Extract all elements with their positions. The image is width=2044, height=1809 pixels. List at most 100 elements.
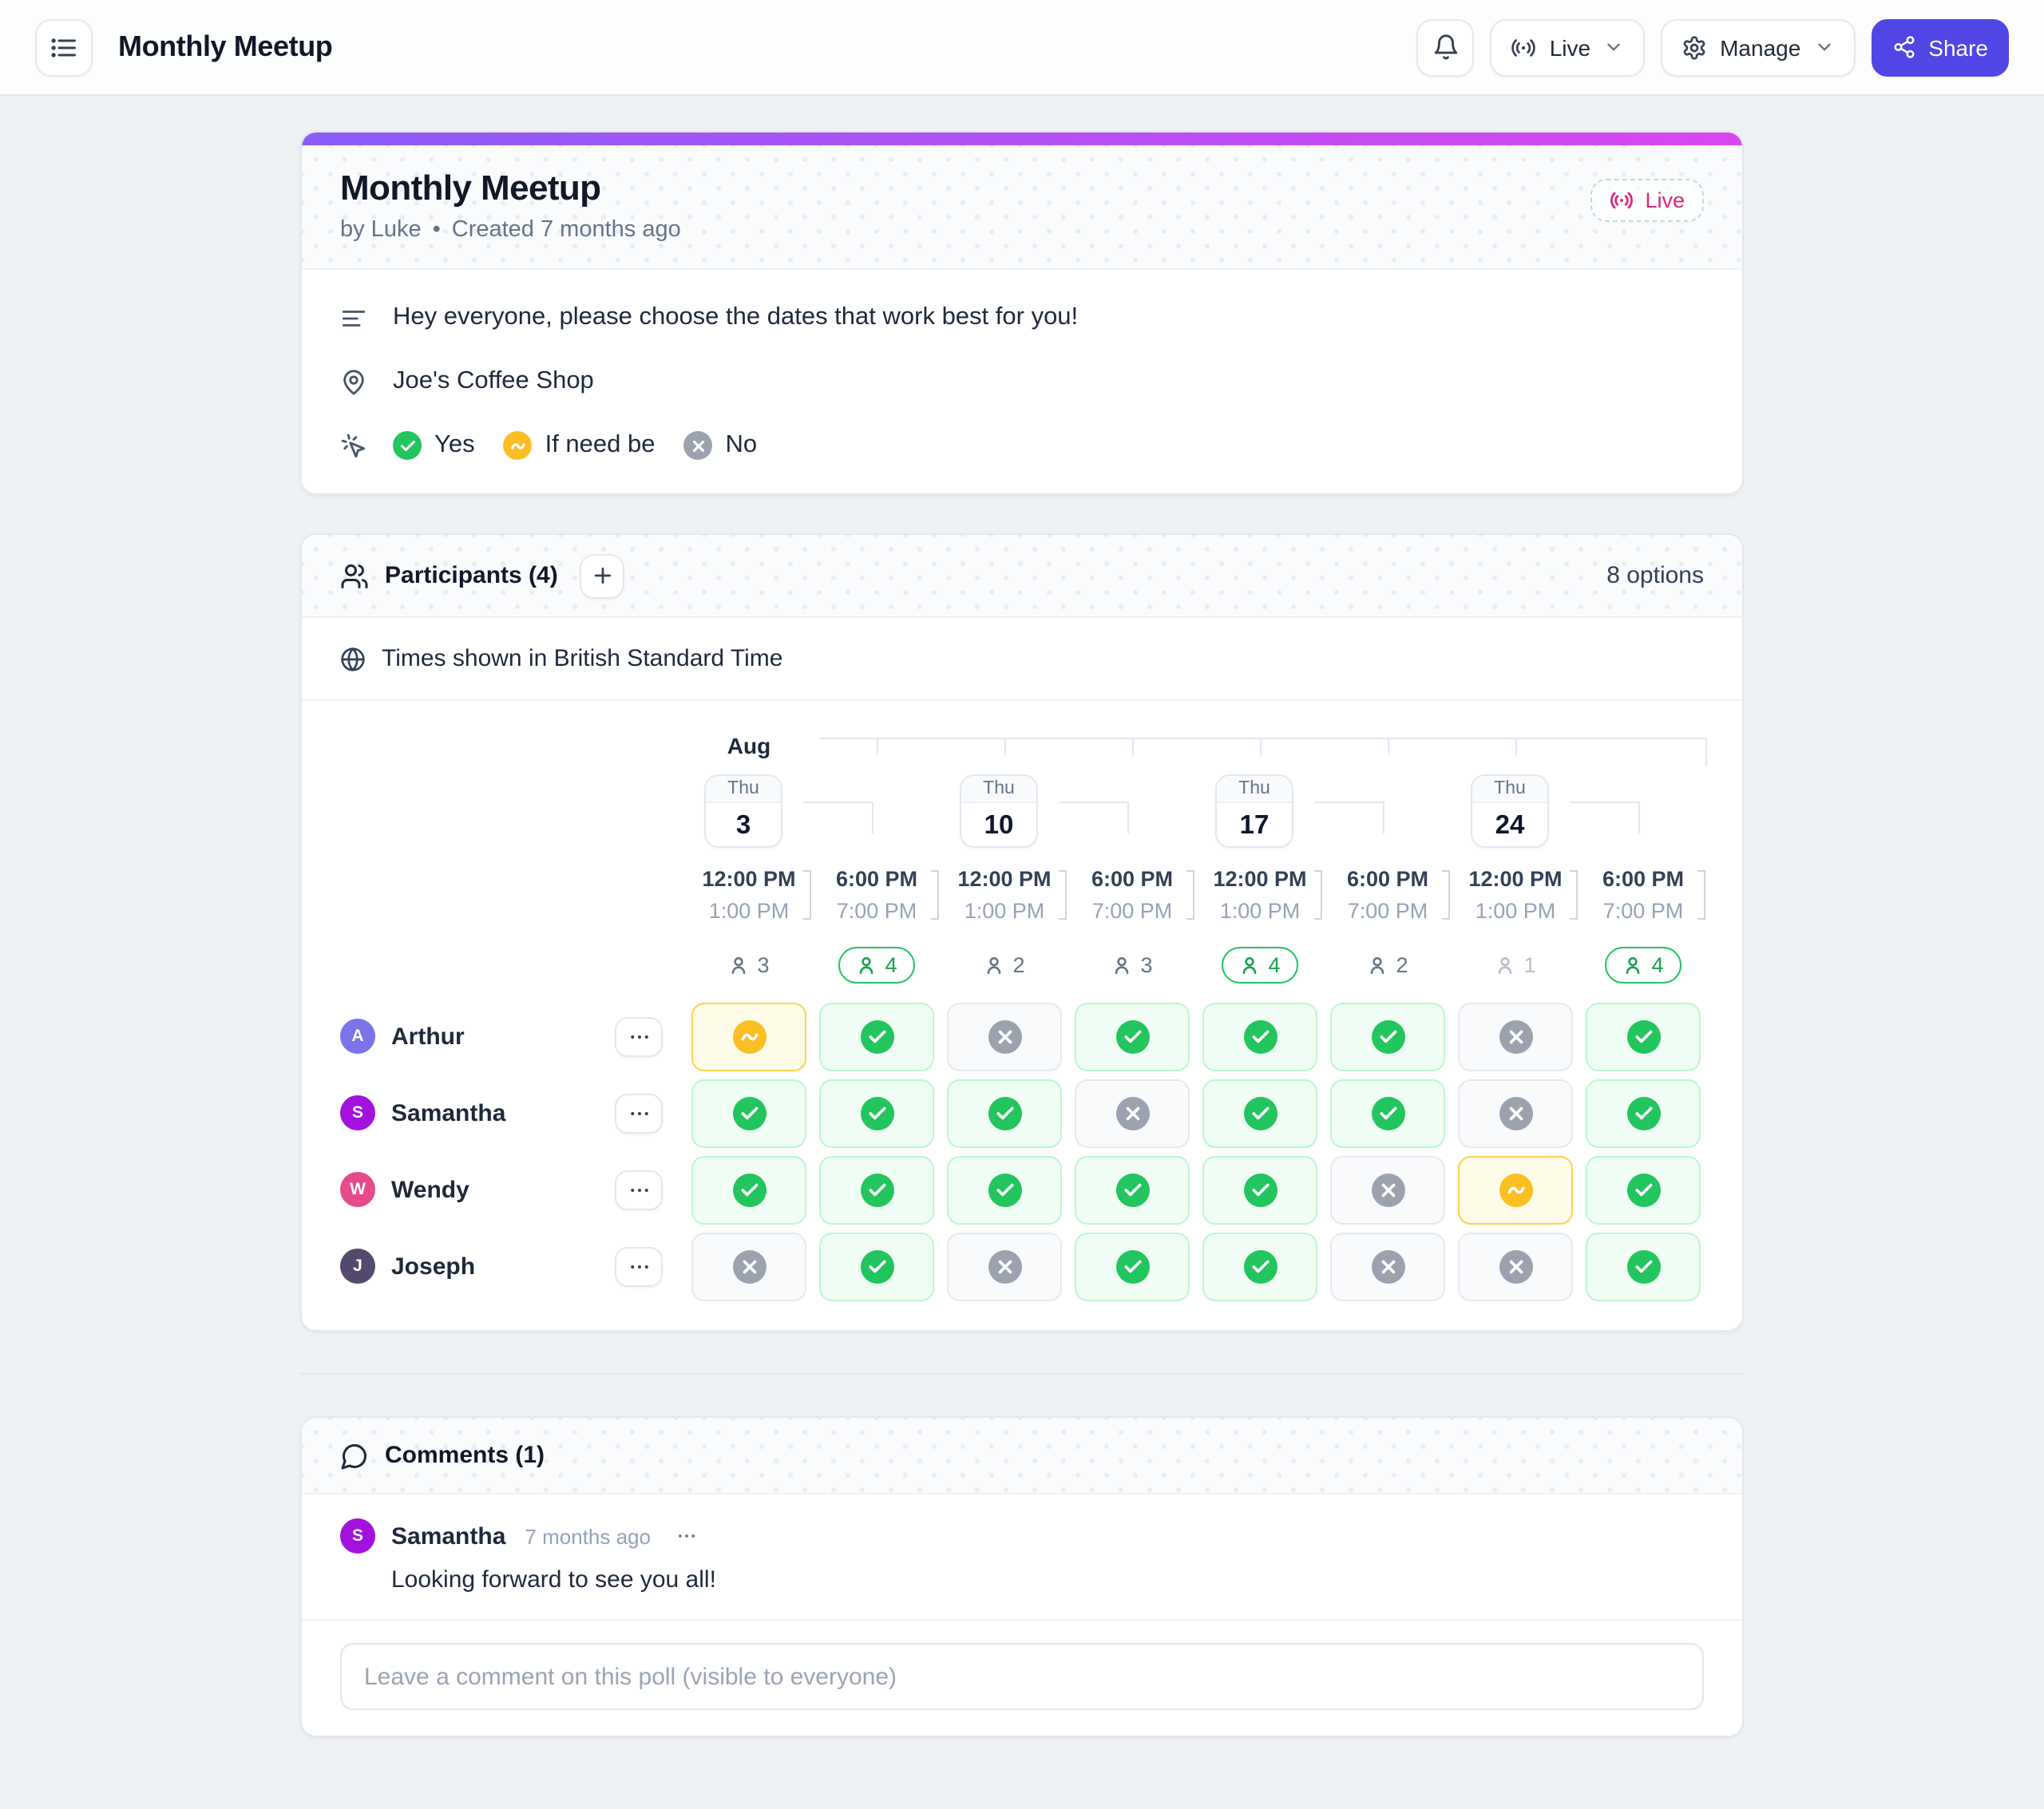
share-button[interactable]: Share	[1871, 18, 2009, 76]
date-group: Thu 3	[685, 774, 941, 848]
participant-menu-button[interactable]	[615, 1093, 663, 1133]
top-bar: Monthly Meetup Live Manage Share	[0, 0, 2044, 96]
vote-cell-ifneedbe	[1458, 1155, 1573, 1224]
date-group-bracket	[1570, 802, 1640, 833]
poll-description-row: Hey everyone, please choose the dates th…	[340, 286, 1704, 350]
check-icon	[1634, 1182, 1652, 1196]
vote-yes-icon	[732, 1173, 766, 1206]
vote-no-icon	[1115, 1096, 1149, 1130]
vote-cell-yes	[1202, 1155, 1317, 1224]
comment-text: Looking forward to see you all!	[391, 1566, 716, 1593]
date-group: Thu 17	[1196, 774, 1452, 848]
availability-grid: Aug Thu 3 Thu 10 Thu 17 Thu 24 12:00 PM 1:00 PM 6…	[302, 701, 1742, 1330]
vote-cell-yes	[691, 1079, 806, 1147]
participant-name-cell: A Arthur	[302, 1016, 685, 1056]
vote-cell-wrap	[1196, 1155, 1324, 1224]
vote-cell-wrap	[1579, 1232, 1707, 1300]
month-label: Aug	[727, 733, 771, 758]
vote-cell-yes	[947, 1079, 1062, 1147]
month-group-line	[813, 723, 1707, 768]
vote-cell-yes	[1330, 1002, 1445, 1071]
time-slot-end: 1:00 PM	[1475, 899, 1556, 923]
participant-name: Arthur	[391, 1023, 465, 1050]
legend-label: No	[725, 431, 758, 458]
vote-cell-yes	[1075, 1155, 1190, 1224]
vote-ifneedbe-icon	[732, 1019, 766, 1053]
participant-avatar: A	[340, 1019, 375, 1054]
vote-cell-yes	[1075, 1002, 1190, 1071]
ellipsis-icon	[630, 1035, 648, 1038]
poll-location: Joe's Coffee Shop	[393, 367, 594, 394]
vote-no-icon	[732, 1249, 766, 1283]
date-group-bracket	[803, 802, 873, 833]
chevron-down-icon	[1817, 43, 1830, 51]
date-group-bracket	[1059, 802, 1129, 833]
time-slot-header: 6:00 PM 7:00 PM	[813, 864, 941, 928]
live-dropdown-button[interactable]: Live	[1490, 18, 1646, 76]
poll-list-menu-button[interactable]	[35, 18, 93, 76]
month-line-tick	[1004, 739, 1006, 755]
vote-yes-icon	[393, 431, 422, 460]
participant-row: W Wendy	[302, 1151, 1742, 1228]
time-slot-start: 12:00 PM	[1468, 867, 1563, 891]
vote-yes-icon	[732, 1096, 766, 1130]
participant-row: A Arthur	[302, 998, 1742, 1075]
vote-cell-no	[1458, 1232, 1573, 1300]
notifications-button[interactable]	[1416, 18, 1475, 76]
add-participant-button[interactable]	[580, 553, 625, 598]
check-icon	[740, 1106, 758, 1119]
slot-count-number: 4	[885, 952, 897, 976]
check-icon	[868, 1029, 885, 1043]
slot-count-cell: 1	[1452, 940, 1579, 988]
squiggle-icon	[740, 1032, 758, 1040]
vote-cell-yes	[947, 1155, 1062, 1224]
manage-dropdown-button[interactable]: Manage	[1661, 18, 1856, 76]
participant-menu-button[interactable]	[615, 1016, 663, 1056]
time-slot-bracket	[1314, 870, 1322, 920]
vote-cell-wrap	[1196, 1079, 1324, 1147]
options-count-label: 8 options	[1606, 562, 1704, 589]
person-icon	[988, 956, 1001, 974]
vote-cell-yes	[1075, 1232, 1190, 1300]
squiggle-icon	[1507, 1186, 1524, 1193]
comment-input[interactable]	[340, 1643, 1704, 1710]
vote-cell-yes	[1202, 1002, 1317, 1071]
slot-count-cell: 2	[1324, 940, 1452, 988]
check-icon	[740, 1182, 758, 1196]
date-group: Thu 10	[941, 774, 1196, 848]
month-line-tick	[1515, 739, 1517, 755]
vote-cell-wrap	[1068, 1232, 1196, 1300]
vote-yes-icon	[988, 1173, 1021, 1206]
vote-cell-wrap	[1452, 1002, 1579, 1071]
participant-menu-button[interactable]	[615, 1246, 663, 1286]
participant-menu-button[interactable]	[615, 1170, 663, 1209]
poll-title: Monthly Meetup	[340, 168, 601, 208]
check-icon	[868, 1259, 885, 1273]
vote-cell-wrap	[941, 1232, 1068, 1300]
check-icon	[1251, 1182, 1269, 1196]
time-slot-end: 1:00 PM	[1219, 899, 1301, 923]
vote-cell-wrap	[1579, 1155, 1707, 1224]
vote-yes-icon	[860, 1019, 893, 1053]
comment-item: S Samantha 7 months ago Looking forward to …	[302, 1494, 1742, 1621]
vote-cell-wrap	[1579, 1079, 1707, 1147]
slot-count-badge: 3	[1094, 946, 1170, 983]
slot-count-number: 2	[1012, 952, 1025, 976]
vote-yes-icon	[1115, 1249, 1149, 1283]
poll-author: by Luke	[340, 217, 422, 243]
check-icon	[1251, 1259, 1269, 1273]
time-slot-start: 6:00 PM	[835, 867, 918, 891]
slot-count-cell: 3	[685, 940, 813, 988]
vote-cell-wrap	[1068, 1002, 1196, 1071]
date-header: Thu 24	[1471, 774, 1549, 848]
time-slot-start: 12:00 PM	[1213, 867, 1307, 891]
check-icon	[996, 1106, 1013, 1119]
vote-cell-wrap	[1068, 1079, 1196, 1147]
x-icon	[1508, 1106, 1523, 1120]
live-dropdown-label: Live	[1549, 34, 1591, 60]
vote-cell-no	[1458, 1079, 1573, 1147]
check-icon	[1251, 1106, 1269, 1119]
comment-menu-button[interactable]	[676, 1525, 699, 1547]
participant-avatar: S	[340, 1095, 375, 1130]
vote-yes-icon	[988, 1096, 1021, 1130]
